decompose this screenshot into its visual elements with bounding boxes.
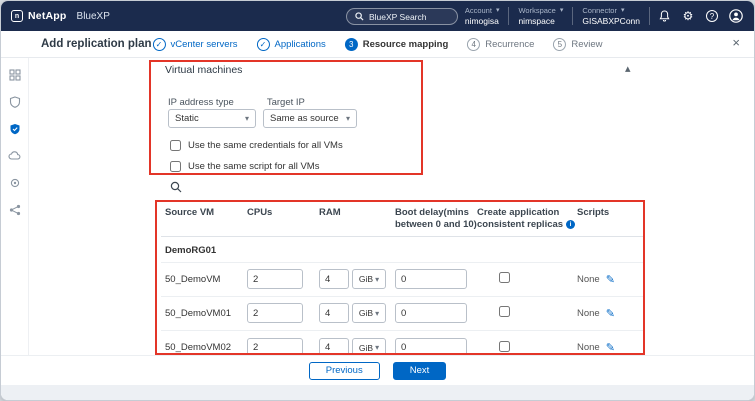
consistent-replica-checkbox[interactable]: [499, 306, 510, 317]
governance-shield-icon[interactable]: [8, 95, 22, 109]
previous-button[interactable]: Previous: [309, 362, 380, 380]
target-ip-select[interactable]: Same as source ▾: [263, 109, 357, 128]
canvas-icon[interactable]: [8, 68, 22, 82]
check-icon: ✓: [152, 38, 165, 51]
vm-name: 50_DemoVM: [165, 274, 247, 285]
col-scripts: Scripts: [577, 207, 639, 219]
same-credentials-checkbox-row: Use the same credentials for all VMs: [170, 140, 343, 151]
info-icon[interactable]: i: [566, 220, 575, 229]
vm-name: 50_DemoVM01: [165, 308, 247, 319]
table-row: 50_DemoVM01 GiB▾ None ✎: [161, 297, 643, 331]
next-button[interactable]: Next: [393, 362, 447, 380]
vm-name: 50_DemoVM02: [165, 342, 247, 353]
search-icon: [355, 12, 364, 21]
scripts-value: None: [577, 308, 600, 319]
chevron-down-icon: ▾: [496, 7, 500, 14]
protection-icon[interactable]: [8, 122, 22, 136]
consistent-replica-checkbox[interactable]: [499, 272, 510, 283]
ram-unit-select[interactable]: GiB▾: [352, 303, 386, 323]
bluexp-window: n NetApp BlueXP BlueXP Search Account ▾ …: [0, 0, 755, 401]
account-value: nimogisa: [465, 16, 500, 26]
step-recurrence[interactable]: 4 Recurrence: [467, 38, 534, 51]
col-source-vm: Source VM: [165, 207, 247, 219]
workspace-value: nimspace: [518, 16, 563, 26]
boot-delay-input[interactable]: [395, 269, 467, 289]
scripts-value: None: [577, 342, 600, 353]
chevron-down-icon: ▾: [621, 7, 625, 14]
table-header-row: Source VM CPUs RAM Boot delay(mins betwe…: [161, 203, 643, 237]
ip-address-type-label: IP address type: [168, 97, 234, 108]
cpus-input[interactable]: [247, 303, 303, 323]
help-icon[interactable]: ?: [702, 6, 722, 26]
vm-mapping-table: Source VM CPUs RAM Boot delay(mins betwe…: [161, 203, 643, 365]
connector-menu[interactable]: Connector ▾ GISABXPConn: [573, 6, 649, 26]
top-header: n NetApp BlueXP BlueXP Search Account ▾ …: [1, 1, 754, 31]
col-boot-delay: Boot delay(mins between 0 and 10): [395, 207, 477, 231]
step-number: 5: [553, 38, 566, 51]
chevron-down-icon: ▾: [245, 114, 249, 123]
section-title-virtual-machines: Virtual machines: [165, 64, 242, 76]
chevron-down-icon: ▾: [560, 7, 564, 14]
step-number: 4: [467, 38, 480, 51]
edit-script-pencil-icon[interactable]: ✎: [606, 341, 615, 354]
step-resource-mapping[interactable]: 3 Resource mapping: [345, 38, 449, 51]
edit-script-pencil-icon[interactable]: ✎: [606, 307, 615, 320]
connector-value: GISABXPConn: [582, 16, 640, 26]
same-script-checkbox-row: Use the same script for all VMs: [170, 161, 319, 172]
step-review[interactable]: 5 Review: [553, 38, 602, 51]
connector-label: Connector: [582, 6, 617, 15]
same-script-checkbox[interactable]: [170, 161, 181, 172]
notifications-bell-icon[interactable]: [654, 6, 674, 26]
wizard-footer: Previous Next: [1, 355, 754, 385]
resource-group-row: DemoRG01: [161, 237, 643, 263]
bottom-strip: [1, 385, 754, 400]
chevron-down-icon: ▾: [375, 343, 379, 352]
resource-mapping-panel: Virtual machines ▴ IP address type Targe…: [29, 58, 754, 400]
col-consistent-replicas: Create application consistent replicasi: [477, 207, 577, 231]
wizard-header: Add replication plan ✓ vCenter servers ✓…: [1, 31, 754, 58]
product-name: BlueXP: [77, 11, 110, 22]
same-credentials-checkbox[interactable]: [170, 140, 181, 151]
extensions-gear-icon[interactable]: [8, 176, 22, 190]
step-vcenter-servers[interactable]: ✓ vCenter servers: [152, 38, 237, 51]
settings-gear-icon[interactable]: ⚙: [678, 6, 698, 26]
table-search-icon[interactable]: [170, 181, 182, 193]
ram-input[interactable]: [319, 303, 349, 323]
cpus-input[interactable]: [247, 269, 303, 289]
mobility-cloud-icon[interactable]: [8, 149, 22, 163]
search-label: BlueXP Search: [369, 12, 427, 22]
netapp-logo-icon: n: [11, 10, 23, 22]
table-row: 50_DemoVM GiB▾ None ✎: [161, 263, 643, 297]
chevron-down-icon: ▾: [375, 309, 379, 318]
chevron-down-icon: ▾: [375, 275, 379, 284]
ram-unit-select[interactable]: GiB▾: [352, 269, 386, 289]
stepper: ✓ vCenter servers ✓ Applications 3 Resou…: [152, 31, 602, 57]
divider: [649, 7, 650, 25]
step-number: 3: [345, 38, 358, 51]
left-nav-sidebar: [1, 58, 29, 400]
ip-address-type-select[interactable]: Static ▾: [168, 109, 256, 128]
step-applications[interactable]: ✓ Applications: [257, 38, 326, 51]
account-menu[interactable]: Account ▾ nimogisa: [456, 6, 509, 26]
scripts-value: None: [577, 274, 600, 285]
collapse-chevron-up-icon[interactable]: ▴: [625, 62, 631, 75]
close-icon[interactable]: ×: [732, 35, 740, 50]
consistent-replica-checkbox[interactable]: [499, 341, 510, 352]
edit-script-pencil-icon[interactable]: ✎: [606, 273, 615, 286]
user-avatar[interactable]: [726, 6, 746, 26]
check-icon: ✓: [257, 38, 270, 51]
ram-input[interactable]: [319, 269, 349, 289]
workspace-menu[interactable]: Workspace ▾ nimspace: [509, 6, 572, 26]
brand-name: NetApp: [28, 10, 67, 22]
page-title: Add replication plan: [41, 38, 152, 50]
col-cpus: CPUs: [247, 207, 319, 219]
chevron-down-icon: ▾: [346, 114, 350, 123]
boot-delay-input[interactable]: [395, 303, 467, 323]
col-ram: RAM: [319, 207, 395, 219]
account-label: Account: [465, 6, 492, 15]
bluexp-search[interactable]: BlueXP Search: [346, 8, 458, 25]
target-ip-label: Target IP: [267, 97, 305, 108]
share-icon[interactable]: [8, 203, 22, 217]
workspace-label: Workspace: [518, 6, 555, 15]
